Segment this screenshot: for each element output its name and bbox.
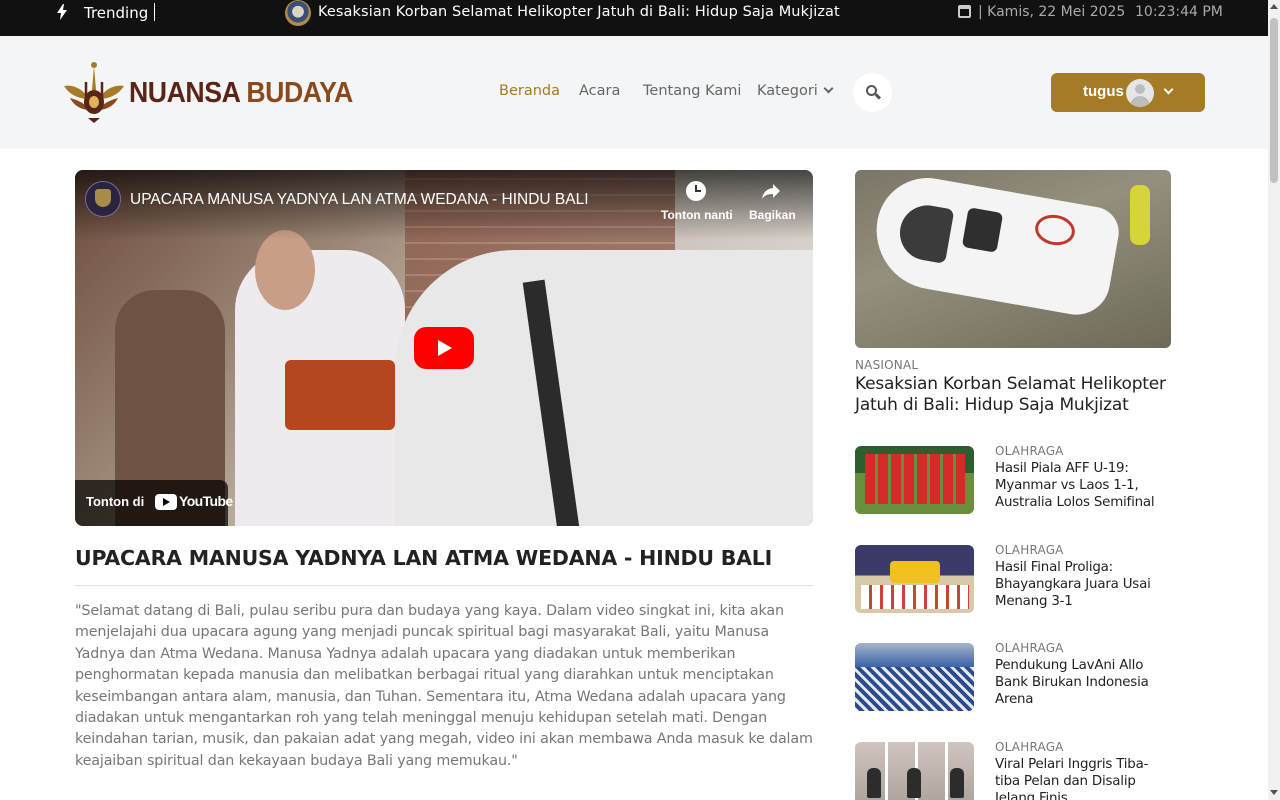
current-date: | Kamis, 22 Mei 2025 xyxy=(978,4,1126,20)
trending-bar: Trending Kesaksian Korban Selamat Heliko… xyxy=(0,0,1268,36)
video-thumbnail-offering xyxy=(285,360,395,430)
user-menu-button[interactable]: tugus xyxy=(1051,73,1205,112)
news-title[interactable]: Pendukung LavAni Allo Bank Birukan Indon… xyxy=(995,657,1173,708)
nav-kategori-label: Kategori xyxy=(757,83,818,99)
site-brand[interactable]: NUANSA BUDAYA xyxy=(129,77,353,110)
video-thumbnail-figure-right xyxy=(395,250,813,526)
site-logo-emblem[interactable] xyxy=(60,60,128,124)
play-button[interactable] xyxy=(414,327,474,369)
news-category[interactable]: OLAHRAGA xyxy=(995,641,1064,655)
trending-divider xyxy=(154,3,155,21)
user-name: tugus xyxy=(1083,83,1124,100)
search-button[interactable] xyxy=(853,73,892,112)
list-item[interactable]: OLAHRAGA Hasil Final Proliga: Bhayangkar… xyxy=(855,543,1185,625)
scroll-down-arrow-icon[interactable] xyxy=(1270,790,1278,795)
nav-kategori-dropdown[interactable]: Kategori xyxy=(757,83,834,99)
featured-news-category[interactable]: NASIONAL xyxy=(855,358,918,372)
current-time: 10:23:44 PM xyxy=(1135,4,1223,20)
youtube-wordmark: YouTube xyxy=(179,493,233,509)
watch-on-youtube-link[interactable]: Tonton di YouTube xyxy=(75,480,233,526)
watch-on-label: Tonton di xyxy=(86,494,145,509)
featured-news-image[interactable] xyxy=(855,170,1171,348)
news-thumbnail[interactable] xyxy=(855,742,974,800)
scrollbar-thumb[interactable] xyxy=(1270,18,1278,183)
share-icon[interactable] xyxy=(761,182,781,200)
chevron-down-icon xyxy=(823,83,834,94)
nav-acara[interactable]: Acara xyxy=(579,83,620,99)
news-thumbnail[interactable] xyxy=(855,446,974,514)
news-title[interactable]: Viral Pelari Inggris Tiba-tiba Pelan dan… xyxy=(995,756,1173,800)
bolt-icon xyxy=(57,4,67,20)
news-title[interactable]: Hasil Final Proliga: Bhayangkara Juara U… xyxy=(995,559,1173,610)
list-item[interactable]: OLAHRAGA Viral Pelari Inggris Tiba-tiba … xyxy=(855,740,1185,800)
trending-headline-link[interactable]: Kesaksian Korban Selamat Helikopter Jatu… xyxy=(318,4,840,20)
divider xyxy=(75,585,813,586)
share-button[interactable]: Bagikan xyxy=(749,208,796,222)
nav-beranda[interactable]: Beranda xyxy=(499,83,560,99)
channel-avatar[interactable] xyxy=(85,181,121,217)
list-item[interactable]: OLAHRAGA Pendukung LavAni Allo Bank Biru… xyxy=(855,641,1185,723)
trending-news-thumbnail[interactable] xyxy=(285,0,311,26)
featured-news-title[interactable]: Kesaksian Korban Selamat Helikopter Jatu… xyxy=(855,374,1185,416)
play-icon xyxy=(438,340,452,356)
search-icon-handle xyxy=(874,93,882,100)
list-item[interactable]: OLAHRAGA Hasil Piala AFF U-19: Myanmar v… xyxy=(855,444,1185,526)
nav-tentang-kami[interactable]: Tentang Kami xyxy=(643,83,741,99)
brand-word-budaya: BUDAYA xyxy=(246,77,353,109)
clock-icon[interactable] xyxy=(686,181,706,201)
news-thumbnail[interactable] xyxy=(855,643,974,711)
video-title-link[interactable]: UPACARA MANUSA YADNYA LAN ATMA WEDANA - … xyxy=(130,191,589,209)
chevron-down-icon xyxy=(1163,84,1174,95)
page-scrollbar[interactable] xyxy=(1268,0,1280,800)
news-category[interactable]: OLAHRAGA xyxy=(995,543,1064,557)
youtube-logo-icon xyxy=(155,494,177,510)
scroll-up-arrow-icon[interactable] xyxy=(1270,4,1278,9)
news-thumbnail[interactable] xyxy=(855,545,974,613)
avatar xyxy=(1126,79,1154,107)
video-player[interactable]: UPACARA MANUSA YADNYA LAN ATMA WEDANA - … xyxy=(75,170,813,526)
calendar-icon xyxy=(958,5,971,18)
site-header: NUANSA BUDAYA Beranda Acara Tentang Kami… xyxy=(0,36,1268,149)
article-body: "Selamat datang di Bali, pulau seribu pu… xyxy=(75,603,813,769)
article-title: UPACARA MANUSA YADNYA LAN ATMA WEDANA - … xyxy=(75,546,773,570)
trending-label: Trending xyxy=(84,4,149,22)
news-category[interactable]: OLAHRAGA xyxy=(995,444,1064,458)
news-title[interactable]: Hasil Piala AFF U-19: Myanmar vs Laos 1-… xyxy=(995,460,1173,511)
brand-word-nuansa: NUANSA xyxy=(129,77,247,109)
video-thumbnail-face xyxy=(255,230,315,310)
watch-later-button[interactable]: Tonton nanti xyxy=(661,208,733,222)
news-category[interactable]: OLAHRAGA xyxy=(995,740,1064,754)
